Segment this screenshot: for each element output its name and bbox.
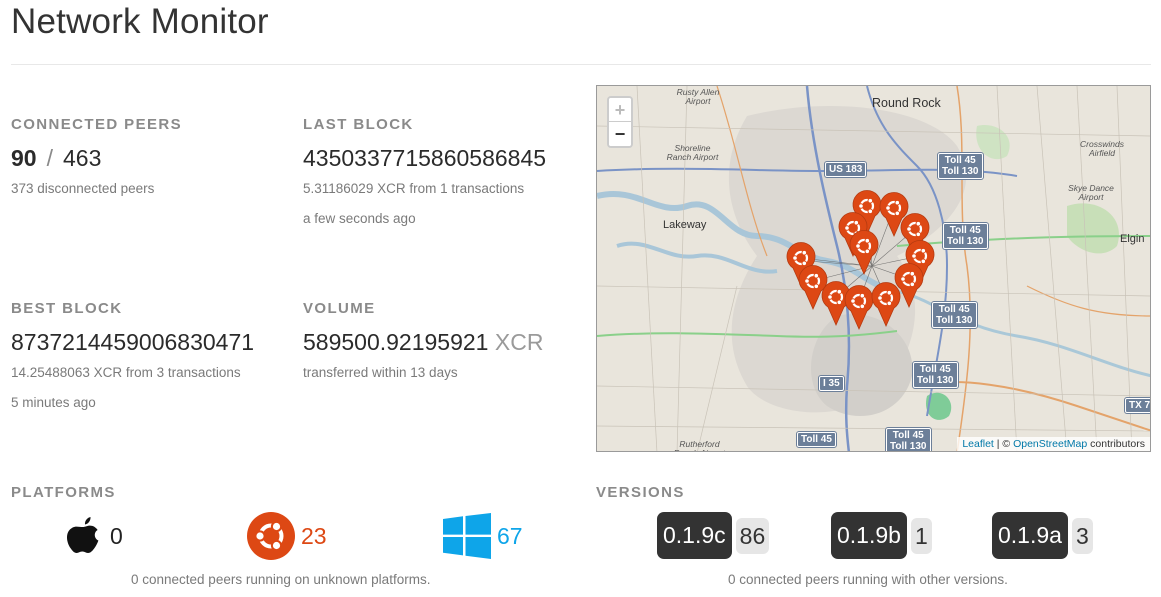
version-count: 3 [1071,517,1093,554]
volume-value: 589500.92195921 XCR [303,329,543,355]
version-tag: 0.1.9c [657,512,732,559]
volume-amount: 589500.92195921 [303,329,489,355]
version-item: 0.1.9c 86 [657,512,770,559]
map-attribution: Leaflet | © OpenStreetMap contributors [957,437,1150,451]
total-peers-count: 463 [62,145,102,171]
osm-link[interactable]: OpenStreetMap [1013,438,1087,450]
connected-count: 90 [11,145,37,171]
attribution-suffix: contributors [1087,438,1145,450]
last-block-stat: LAST BLOCK 4350337715860586845 5.3118602… [303,116,546,226]
connected-peers-label: CONNECTED PEERS [11,116,183,133]
best-block-summary: 14.25488063 XCR from 3 transactions [11,365,241,380]
peer-markers [786,190,935,330]
peer-marker-ubuntu-icon[interactable] [798,265,828,310]
peer-marker-ubuntu-icon[interactable] [871,282,901,327]
ubuntu-icon [247,512,295,560]
version-count: 1 [910,517,932,554]
platforms-label: PLATFORMS [11,484,116,501]
connected-peers-stat: CONNECTED PEERS 90 / 463 373 disconnected … [11,116,182,196]
attribution-sep: | © [993,438,1014,450]
zoom-in-button[interactable]: + [609,98,631,122]
zoom-control: + − [607,96,633,148]
disconnected-peers-text: 373 disconnected peers [11,181,155,196]
windows-icon [443,513,491,559]
best-block-time: 5 minutes ago [11,395,96,410]
versions-note: 0 connected peers running with other ver… [728,572,1008,587]
version-item: 0.1.9b 1 [831,512,932,559]
volume-unit: XCR [494,329,544,355]
last-block-summary: 5.31186029 XCR from 1 transactions [303,181,525,196]
volume-stat: VOLUME 589500.92195921 XCR transferred w… [303,300,543,380]
windows-count: 67 [497,522,523,549]
volume-label: VOLUME [303,300,376,317]
peers-separator: / [46,145,53,171]
best-block-stat: BEST BLOCK 8737214459006830471 14.254880… [11,300,254,410]
last-block-label: LAST BLOCK [303,116,414,133]
version-tag: 0.1.9a [992,512,1068,559]
leaflet-link[interactable]: Leaflet [962,438,994,450]
zoom-out-button[interactable]: − [609,122,631,146]
platform-apple: 0 [62,511,123,561]
last-block-value: 4350337715860586845 [303,145,547,171]
peer-map[interactable]: Round Rock Lakeway Elgin Rusty Allen Air… [596,85,1151,452]
page-title: Network Monitor [11,2,269,41]
platform-ubuntu: 23 [247,511,327,561]
connected-peers-value: 90 / 463 [11,145,182,171]
volume-period-text: transferred within 13 days [303,365,458,380]
peer-marker-ubuntu-icon[interactable] [849,230,879,275]
ubuntu-count: 23 [301,522,327,549]
version-tag: 0.1.9b [831,512,907,559]
apple-icon [67,517,99,553]
version-count: 86 [735,517,770,554]
best-block-value: 8737214459006830471 [11,329,255,355]
title-divider [11,64,1151,65]
platform-windows: 67 [443,511,523,561]
best-block-label: BEST BLOCK [11,300,123,317]
platforms-note: 0 connected peers running on unknown pla… [131,572,431,587]
version-item: 0.1.9a 3 [992,512,1093,559]
apple-count: 0 [110,522,123,549]
versions-label: VERSIONS [596,484,685,501]
peer-marker-ubuntu-icon[interactable] [844,285,874,330]
last-block-time: a few seconds ago [303,211,416,226]
